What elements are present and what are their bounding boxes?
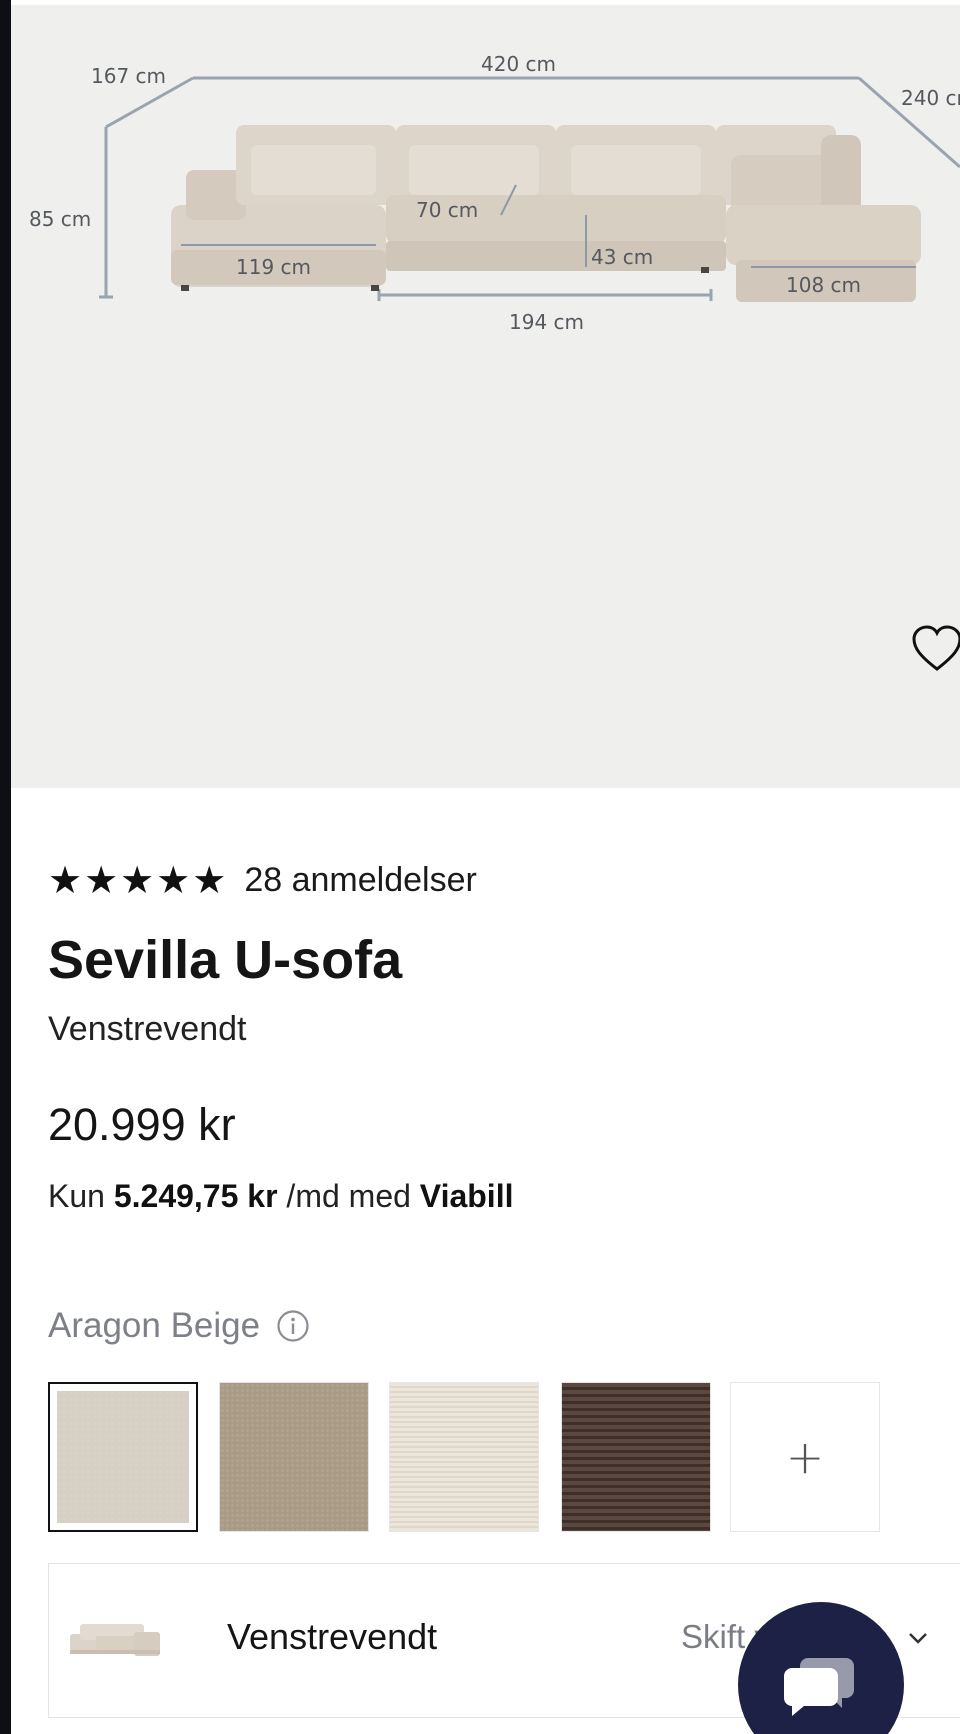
more-colors-button[interactable]: + (730, 1382, 880, 1532)
dim-height: 85 cm (29, 207, 91, 231)
color-selector-header: Aragon Beige (48, 1306, 310, 1346)
star-rating-icons: ★★★★★ (48, 858, 229, 902)
product-page: 167 cm 420 cm 240 cm 85 cm 70 cm 119 cm … (11, 0, 960, 1734)
financing-amount: 5.249,75 kr (113, 1178, 278, 1214)
configuration-label: Venstrevendt (227, 1616, 438, 1657)
dim-chaise-right: 108 cm (786, 273, 861, 297)
financing-period: /md med (286, 1178, 411, 1214)
product-price: 20.999 kr (48, 1099, 236, 1150)
favorite-button[interactable] (910, 623, 960, 675)
sofa-thumbnail-image (70, 1624, 160, 1656)
plus-icon: + (785, 1430, 825, 1484)
dim-width-total: 420 cm (481, 52, 556, 76)
dim-seat-depth: 70 cm (416, 198, 478, 222)
color-swatch-cream-stripe[interactable] (389, 1382, 539, 1532)
financing-provider: Viabill (419, 1178, 514, 1214)
dim-depth-left: 167 cm (91, 64, 166, 88)
color-swatch-brown-stripe[interactable] (561, 1382, 711, 1532)
financing-info: Kun 5.249,75 kr /md med Viabill (48, 1178, 513, 1215)
sofa-dimension-drawing: 167 cm 420 cm 240 cm 85 cm 70 cm 119 cm … (29, 52, 960, 334)
product-title: Sevilla U-sofa (48, 930, 403, 990)
heart-outline-icon (912, 625, 960, 671)
dim-depth-right: 240 cm (901, 86, 960, 110)
financing-prefix: Kun (48, 1178, 105, 1214)
rating-row[interactable]: ★★★★★ 28 anmeldelser (48, 858, 477, 902)
product-variant: Venstrevendt (48, 1010, 247, 1048)
selected-color-name: Aragon Beige (48, 1306, 261, 1345)
color-swatch-aragon-beige[interactable] (48, 1382, 198, 1532)
dim-middle-width: 194 cm (509, 310, 584, 334)
color-swatch-taupe[interactable] (219, 1382, 369, 1532)
chevron-down-icon (909, 1633, 927, 1644)
reviews-link[interactable]: 28 anmeldelser (244, 861, 476, 900)
info-icon[interactable] (276, 1309, 310, 1343)
chat-bubbles-icon (784, 1658, 854, 1716)
dim-seat-height: 43 cm (591, 245, 653, 269)
product-image[interactable]: 167 cm 420 cm 240 cm 85 cm 70 cm 119 cm … (11, 5, 960, 788)
dim-chaise-left: 119 cm (236, 255, 311, 279)
